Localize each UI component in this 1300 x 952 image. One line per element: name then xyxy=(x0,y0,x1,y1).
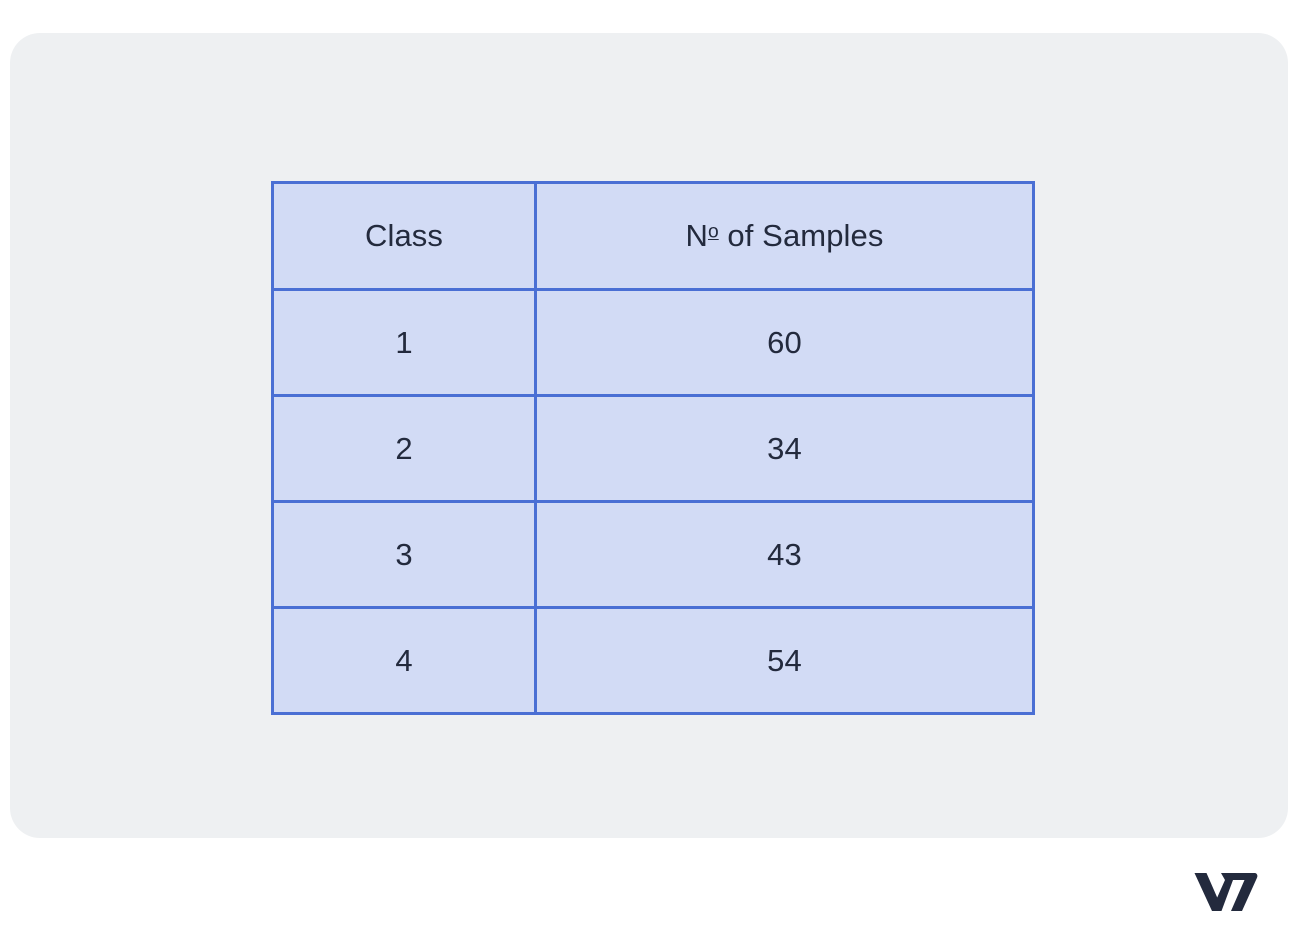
cell-samples: 60 xyxy=(534,288,1035,397)
cell-samples: 34 xyxy=(534,394,1035,503)
table-header: Class No of Samples xyxy=(271,181,1035,291)
cell-class: 4 xyxy=(271,606,537,715)
figure-card: Class No of Samples 1 60 2 34 3 43 4 54 xyxy=(10,33,1288,838)
cell-class: 1 xyxy=(271,288,537,397)
table-row: 2 34 xyxy=(271,394,1035,503)
table-header-row: Class No of Samples xyxy=(271,181,1035,291)
cell-samples: 43 xyxy=(534,500,1035,609)
table-row: 1 60 xyxy=(271,288,1035,397)
numero-ordinal-glyph: o xyxy=(708,221,719,243)
column-header-samples-suffix: of Samples xyxy=(718,218,884,253)
table-body: 1 60 2 34 3 43 4 54 xyxy=(271,288,1035,715)
table-row: 4 54 xyxy=(271,606,1035,715)
table-row: 3 43 xyxy=(271,500,1035,609)
cell-class: 2 xyxy=(271,394,537,503)
column-header-class: Class xyxy=(271,181,537,291)
cell-samples: 54 xyxy=(534,606,1035,715)
cell-class: 3 xyxy=(271,500,537,609)
v7-logo xyxy=(1194,871,1258,913)
samples-table: Class No of Samples 1 60 2 34 3 43 4 54 xyxy=(271,181,1035,715)
column-header-samples: No of Samples xyxy=(534,181,1035,291)
column-header-samples-prefix: N xyxy=(685,218,708,253)
